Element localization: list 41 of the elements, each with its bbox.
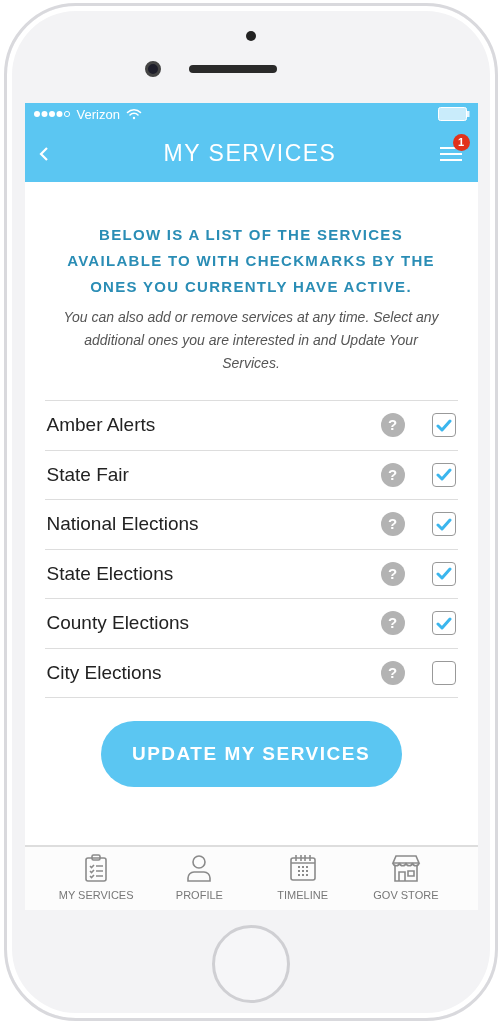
help-button[interactable]: ? xyxy=(380,462,405,487)
checkmark-icon xyxy=(435,418,452,432)
service-name: National Elections xyxy=(46,512,200,536)
service-name: State Fair xyxy=(46,462,130,487)
help-button[interactable]: ? xyxy=(380,561,405,586)
front-camera xyxy=(145,61,161,77)
service-name: Amber Alerts xyxy=(46,413,157,437)
help-button[interactable]: ? xyxy=(380,413,405,438)
wifi-icon xyxy=(125,108,142,120)
update-services-button[interactable]: UPDATE MY SERVICES xyxy=(100,721,402,787)
tab-bar-item[interactable]: PROFILE xyxy=(154,853,245,904)
help-button[interactable]: ? xyxy=(380,611,405,636)
intro-text: You can also add or remove services at any time. Select any additional ones you are interested in and Update Your Services. xyxy=(62,308,440,373)
carrier-name: Verizon xyxy=(76,107,120,121)
help-button[interactable]: ? xyxy=(380,660,405,685)
checkmark-icon xyxy=(435,616,452,630)
service-name: County Elections xyxy=(46,611,191,635)
service-checkbox[interactable] xyxy=(431,660,456,685)
store-icon xyxy=(390,853,421,884)
checkmark-icon xyxy=(435,517,452,531)
notification-badge: 1 xyxy=(452,133,470,151)
service-name: State Elections xyxy=(46,561,175,586)
screen-title: MY SERVICES xyxy=(162,139,338,169)
calendar-icon xyxy=(287,853,318,884)
service-checkbox[interactable] xyxy=(431,611,456,636)
service-checkbox[interactable] xyxy=(431,512,456,537)
service-checkbox[interactable] xyxy=(431,413,456,438)
intro-heading: BELOW IS A LIST OF THE SERVICES AVAILABLE TO WITH CHECKMARKS BY THE ONES YOU CURRENTLY HAVE ACTIVE. xyxy=(66,225,436,297)
chevron-left-icon xyxy=(38,145,49,162)
tab-bar-item[interactable]: GOV STORE xyxy=(360,853,451,904)
service-name: City Elections xyxy=(46,660,163,685)
service-checkbox[interactable] xyxy=(431,561,456,586)
checkmark-icon xyxy=(435,567,452,581)
signal-dots-icon xyxy=(32,110,71,118)
tab-bar-item[interactable]: TIMELINE xyxy=(257,853,348,904)
service-checkbox[interactable] xyxy=(431,462,456,487)
menu-icon xyxy=(438,145,463,162)
battery-icon xyxy=(437,107,470,121)
tab-bar-item[interactable]: MY SERVICES xyxy=(51,853,142,904)
checkmark-icon xyxy=(435,468,452,482)
help-button[interactable]: ? xyxy=(380,512,405,537)
